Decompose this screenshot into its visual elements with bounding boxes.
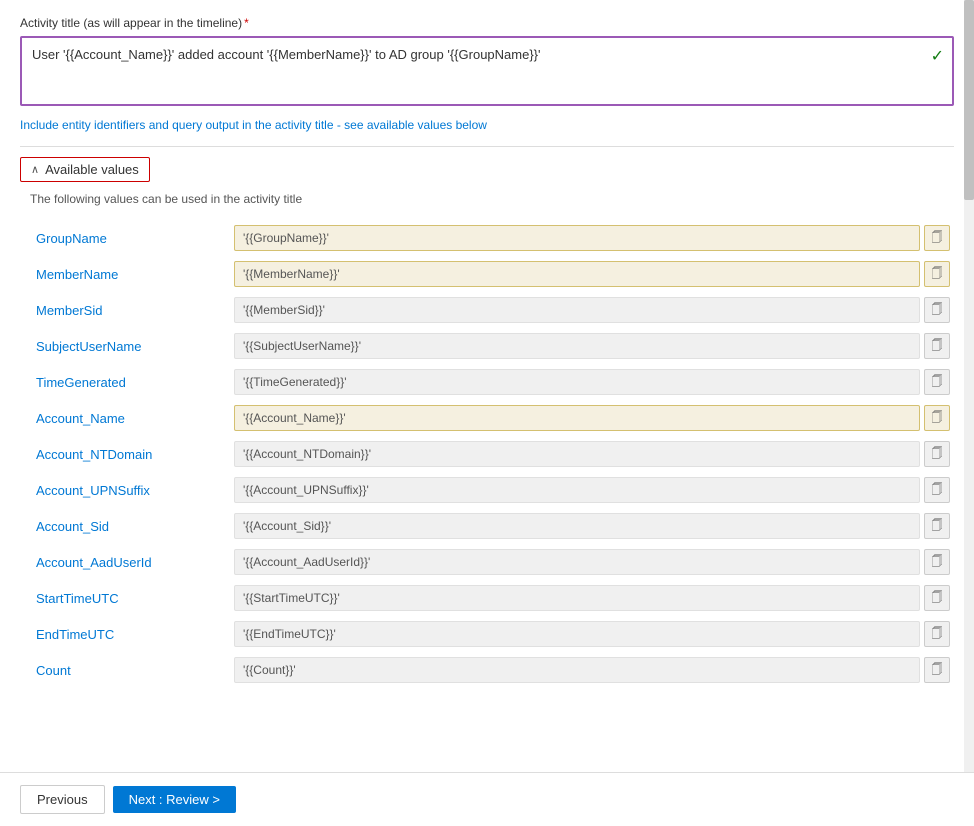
value-field: '{{GroupName}}'	[234, 225, 920, 251]
bottom-bar: Previous Next : Review >	[0, 772, 974, 826]
value-name-cell: Account_NTDomain	[30, 436, 230, 472]
copy-button[interactable]: 🗍	[924, 405, 950, 431]
value-name-cell: SubjectUserName	[30, 328, 230, 364]
copy-button[interactable]: 🗍	[924, 441, 950, 467]
value-field: '{{StartTimeUTC}}'	[234, 585, 920, 611]
value-name-cell: EndTimeUTC	[30, 616, 230, 652]
value-token-cell: '{{Account_UPNSuffix}}'🗍	[230, 472, 954, 508]
copy-button[interactable]: 🗍	[924, 585, 950, 611]
value-field: '{{MemberName}}'	[234, 261, 920, 287]
table-row: Account_UPNSuffix'{{Account_UPNSuffix}}'…	[30, 472, 954, 508]
copy-button[interactable]: 🗍	[924, 225, 950, 251]
table-row: MemberSid'{{MemberSid}}'🗍	[30, 292, 954, 328]
table-row: TimeGenerated'{{TimeGenerated}}'🗍	[30, 364, 954, 400]
activity-title-value: User '{{Account_Name}}' added account '{…	[32, 46, 942, 64]
copy-button[interactable]: 🗍	[924, 549, 950, 575]
table-row: MemberName'{{MemberName}}'🗍	[30, 256, 954, 292]
value-name-cell: StartTimeUTC	[30, 580, 230, 616]
value-name-cell: Account_UPNSuffix	[30, 472, 230, 508]
values-description: The following values can be used in the …	[30, 192, 954, 206]
divider	[20, 146, 954, 147]
value-token-cell: '{{Count}}'🗍	[230, 652, 954, 688]
value-token-cell: '{{Account_NTDomain}}'🗍	[230, 436, 954, 472]
value-field: '{{TimeGenerated}}'	[234, 369, 920, 395]
value-field: '{{Count}}'	[234, 657, 920, 683]
table-row: EndTimeUTC'{{EndTimeUTC}}'🗍	[30, 616, 954, 652]
value-field: '{{Account_UPNSuffix}}'	[234, 477, 920, 503]
copy-button[interactable]: 🗍	[924, 261, 950, 287]
available-values-header-label: Available values	[45, 162, 139, 177]
value-token-cell: '{{GroupName}}'🗍	[230, 220, 954, 256]
table-row: Account_Name'{{Account_Name}}'🗍	[30, 400, 954, 436]
table-row: StartTimeUTC'{{StartTimeUTC}}'🗍	[30, 580, 954, 616]
copy-button[interactable]: 🗍	[924, 333, 950, 359]
value-token-cell: '{{SubjectUserName}}'🗍	[230, 328, 954, 364]
copy-button[interactable]: 🗍	[924, 513, 950, 539]
table-row: Count'{{Count}}'🗍	[30, 652, 954, 688]
copy-button[interactable]: 🗍	[924, 657, 950, 683]
value-field: '{{Account_NTDomain}}'	[234, 441, 920, 467]
previous-button[interactable]: Previous	[20, 785, 105, 814]
value-token-cell: '{{TimeGenerated}}'🗍	[230, 364, 954, 400]
value-token-cell: '{{StartTimeUTC}}'🗍	[230, 580, 954, 616]
value-field: '{{SubjectUserName}}'	[234, 333, 920, 359]
value-token-cell: '{{EndTimeUTC}}'🗍	[230, 616, 954, 652]
value-token-cell: '{{Account_AadUserId}}'🗍	[230, 544, 954, 580]
activity-title-input[interactable]: User '{{Account_Name}}' added account '{…	[20, 36, 954, 106]
field-label-text: Activity title (as will appear in the ti…	[20, 16, 242, 30]
value-field: '{{Account_Sid}}'	[234, 513, 920, 539]
value-token-cell: '{{Account_Sid}}'🗍	[230, 508, 954, 544]
value-name-cell: Count	[30, 652, 230, 688]
value-name-cell: Account_AadUserId	[30, 544, 230, 580]
copy-button[interactable]: 🗍	[924, 621, 950, 647]
value-name-cell: MemberName	[30, 256, 230, 292]
value-name-cell: MemberSid	[30, 292, 230, 328]
value-name-cell: Account_Sid	[30, 508, 230, 544]
table-row: Account_Sid'{{Account_Sid}}'🗍	[30, 508, 954, 544]
field-label: Activity title (as will appear in the ti…	[20, 16, 954, 30]
values-table: GroupName'{{GroupName}}'🗍MemberName'{{Me…	[30, 220, 954, 688]
value-field: '{{EndTimeUTC}}'	[234, 621, 920, 647]
value-token-cell: '{{MemberName}}'🗍	[230, 256, 954, 292]
value-name-cell: TimeGenerated	[30, 364, 230, 400]
copy-button[interactable]: 🗍	[924, 369, 950, 395]
next-button[interactable]: Next : Review >	[113, 786, 236, 813]
copy-button[interactable]: 🗍	[924, 297, 950, 323]
value-token-cell: '{{Account_Name}}'🗍	[230, 400, 954, 436]
table-row: GroupName'{{GroupName}}'🗍	[30, 220, 954, 256]
table-row: Account_NTDomain'{{Account_NTDomain}}'🗍	[30, 436, 954, 472]
value-token-cell: '{{MemberSid}}'🗍	[230, 292, 954, 328]
chevron-up-icon: ∧	[31, 163, 39, 176]
table-row: Account_AadUserId'{{Account_AadUserId}}'…	[30, 544, 954, 580]
value-name-cell: GroupName	[30, 220, 230, 256]
hint-text: Include entity identifiers and query out…	[20, 118, 954, 132]
required-indicator: *	[244, 16, 249, 30]
value-field: '{{Account_AadUserId}}'	[234, 549, 920, 575]
available-values-toggle[interactable]: ∧ Available values	[20, 157, 150, 182]
check-icon: ✓	[931, 46, 944, 66]
value-field: '{{MemberSid}}'	[234, 297, 920, 323]
value-name-cell: Account_Name	[30, 400, 230, 436]
value-field: '{{Account_Name}}'	[234, 405, 920, 431]
table-row: SubjectUserName'{{SubjectUserName}}'🗍	[30, 328, 954, 364]
copy-button[interactable]: 🗍	[924, 477, 950, 503]
